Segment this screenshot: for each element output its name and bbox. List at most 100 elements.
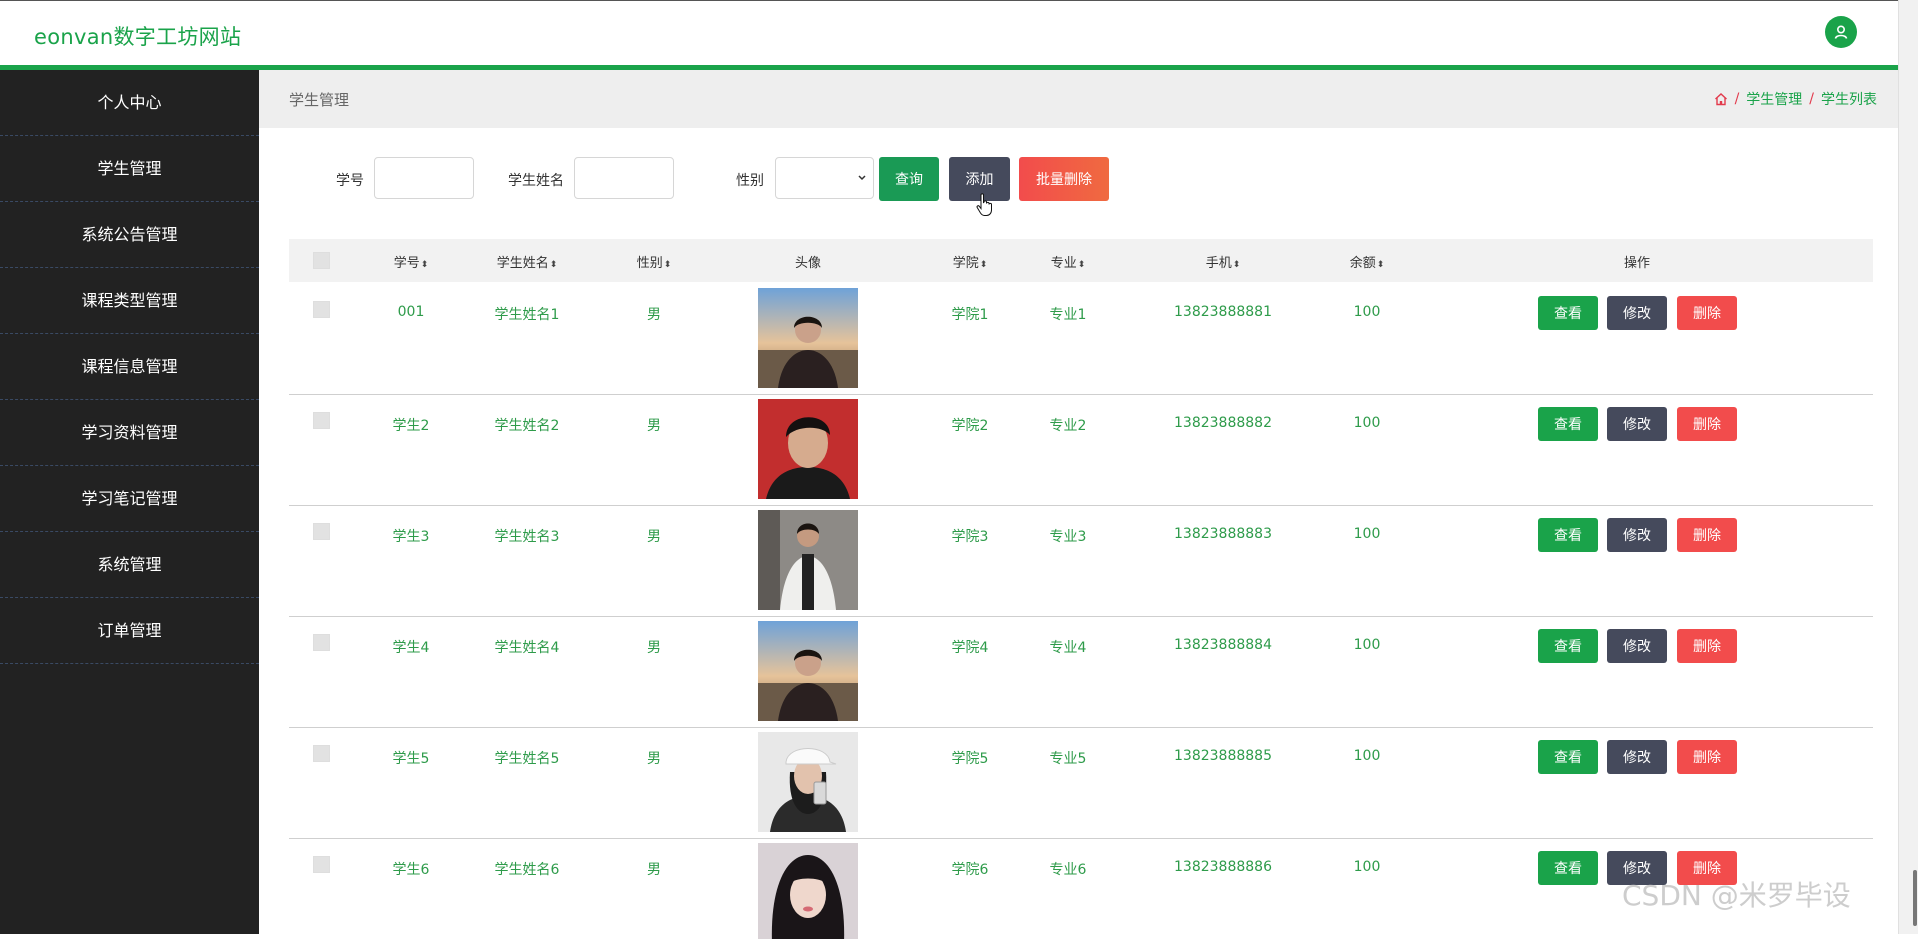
column-header-phone[interactable]: 手机⬍ (1206, 252, 1241, 271)
cell-major: 专业4 (1049, 640, 1087, 656)
row-checkbox[interactable] (313, 301, 330, 318)
avatar-image[interactable] (758, 621, 858, 721)
row-checkbox[interactable] (313, 523, 330, 540)
cell-balance: 100 (1353, 859, 1381, 875)
sort-icon[interactable]: ⬍ (421, 260, 429, 270)
edit-button[interactable]: 修改 (1607, 740, 1667, 774)
edit-button[interactable]: 修改 (1607, 518, 1667, 552)
sort-icon[interactable]: ⬍ (1078, 260, 1086, 270)
breadcrumb-student-management[interactable]: 学生管理 (1746, 89, 1802, 109)
view-button[interactable]: 查看 (1538, 296, 1598, 330)
column-header-balance[interactable]: 余额⬍ (1350, 252, 1385, 271)
column-header-label: 学号 (393, 256, 420, 271)
student-name-input[interactable] (574, 157, 674, 199)
sidebar-item-student-management[interactable]: 学生管理 (0, 136, 259, 202)
view-button[interactable]: 查看 (1538, 407, 1598, 441)
cell-student-name: 学生姓名5 (494, 751, 560, 767)
view-button[interactable]: 查看 (1538, 851, 1598, 885)
sort-icon[interactable]: ⬍ (1377, 260, 1385, 270)
sort-icon[interactable]: ⬍ (1233, 260, 1241, 270)
sidebar-item-system-management[interactable]: 系统管理 (0, 532, 259, 598)
page-title: 学生管理 (289, 91, 350, 109)
row-checkbox[interactable] (313, 856, 330, 873)
cell-student-name: 学生姓名4 (494, 640, 560, 656)
cell-student-id: 001 (397, 304, 425, 320)
avatar-image[interactable] (758, 288, 858, 388)
avatar-photo-graphic (758, 510, 858, 610)
sidebar-item-study-notes-management[interactable]: 学习笔记管理 (0, 466, 259, 532)
sidebar-item-announcement-management[interactable]: 系统公告管理 (0, 202, 259, 268)
column-header-college[interactable]: 学院⬍ (953, 252, 988, 271)
site-title[interactable]: eonvan数字工坊网站 (34, 21, 241, 51)
sort-icon[interactable]: ⬍ (550, 260, 558, 270)
sidebar-item-personal-center[interactable]: 个人中心 (0, 70, 259, 136)
cell-phone: 13823888881 (1174, 304, 1272, 320)
table-row: 学生3 学生姓名3 男 学院3 专业3 13823888883 100 查看 修… (289, 505, 1873, 617)
sidebar-item-course-info-management[interactable]: 课程信息管理 (0, 334, 259, 400)
avatar-image[interactable] (758, 510, 858, 610)
cell-phone: 13823888885 (1174, 748, 1272, 764)
avatar-photo-graphic (758, 843, 858, 939)
delete-button[interactable]: 删除 (1677, 740, 1737, 774)
cell-balance: 100 (1353, 304, 1381, 320)
chevron-down-icon (858, 175, 866, 181)
column-header-student-name[interactable]: 学生姓名⬍ (497, 252, 558, 271)
sort-icon[interactable]: ⬍ (664, 260, 672, 270)
avatar-photo-graphic (758, 288, 858, 388)
cell-major: 专业3 (1049, 529, 1087, 545)
row-checkbox[interactable] (313, 745, 330, 762)
home-icon[interactable] (1714, 92, 1728, 106)
row-checkbox[interactable] (313, 634, 330, 651)
avatar-image[interactable] (758, 843, 858, 939)
cell-college: 学院2 (951, 418, 989, 434)
select-all-checkbox[interactable] (313, 252, 330, 269)
cell-balance: 100 (1353, 748, 1381, 764)
student-id-label: 学号 (336, 173, 364, 189)
cell-balance: 100 (1353, 637, 1381, 653)
cell-college: 学院5 (951, 751, 989, 767)
sidebar-item-order-management[interactable]: 订单管理 (0, 598, 259, 664)
user-avatar[interactable] (1825, 16, 1857, 48)
vertical-scrollbar[interactable] (1898, 0, 1918, 934)
table-row: 学生5 学生姓名5 男 学院5 专业5 13823888885 100 查看 修… (289, 727, 1873, 839)
top-header: eonvan数字工坊网站 (0, 0, 1898, 65)
view-button[interactable]: 查看 (1538, 740, 1598, 774)
hand-pointer-icon (976, 193, 992, 216)
avatar-image[interactable] (758, 399, 858, 499)
cell-student-id: 学生5 (392, 751, 430, 767)
column-header-label: 性别 (636, 256, 663, 271)
column-header-major[interactable]: 专业⬍ (1051, 252, 1086, 271)
sort-icon[interactable]: ⬍ (980, 260, 988, 270)
edit-button[interactable]: 修改 (1607, 296, 1667, 330)
query-button[interactable]: 查询 (879, 157, 939, 201)
gender-select[interactable] (775, 157, 874, 199)
cell-balance: 100 (1353, 526, 1381, 542)
sidebar-item-course-type-management[interactable]: 课程类型管理 (0, 268, 259, 334)
column-header-label: 学生姓名 (496, 256, 549, 271)
delete-button[interactable]: 删除 (1677, 518, 1737, 552)
edit-button[interactable]: 修改 (1607, 407, 1667, 441)
cell-gender: 男 (647, 640, 661, 656)
cell-student-name: 学生姓名3 (494, 529, 560, 545)
view-button[interactable]: 查看 (1538, 629, 1598, 663)
avatar-image[interactable] (758, 732, 858, 832)
breadcrumb-bar: 学生管理 / 学生管理 / 学生列表 (259, 70, 1898, 128)
scrollbar-thumb[interactable] (1913, 870, 1917, 926)
row-checkbox[interactable] (313, 412, 330, 429)
cell-college: 学院4 (951, 640, 989, 656)
column-header-gender[interactable]: 性别⬍ (637, 252, 672, 271)
student-id-input[interactable] (374, 157, 474, 199)
delete-button[interactable]: 删除 (1677, 629, 1737, 663)
sidebar-item-study-material-management[interactable]: 学习资料管理 (0, 400, 259, 466)
cell-gender: 男 (647, 751, 661, 767)
delete-button[interactable]: 删除 (1677, 407, 1737, 441)
sidebar: 个人中心 学生管理 系统公告管理 课程类型管理 课程信息管理 学习资料管理 学习… (0, 70, 259, 934)
view-button[interactable]: 查看 (1538, 518, 1598, 552)
delete-button[interactable]: 删除 (1677, 296, 1737, 330)
breadcrumb-student-list[interactable]: 学生列表 (1821, 89, 1877, 109)
column-header-student-id[interactable]: 学号⬍ (394, 252, 429, 271)
batch-delete-button[interactable]: 批量删除 (1019, 157, 1109, 201)
cell-major: 专业6 (1049, 862, 1087, 878)
table-header: 学号⬍ 学生姓名⬍ 性别⬍ 头像 学院⬍ 专业⬍ 手机⬍ 余额⬍ 操作 (289, 239, 1873, 282)
edit-button[interactable]: 修改 (1607, 629, 1667, 663)
